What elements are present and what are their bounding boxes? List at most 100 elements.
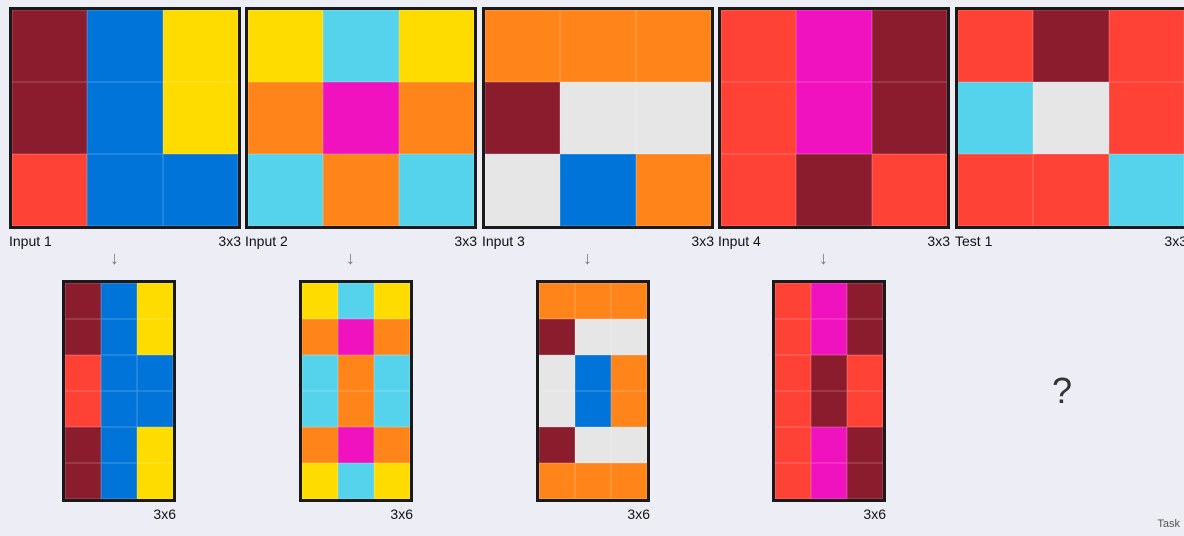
grid-cell	[302, 355, 338, 391]
grid-cell	[958, 82, 1034, 154]
grid-cell	[611, 463, 647, 499]
unknown-output: ?	[1052, 370, 1073, 411]
grid-cell	[162, 10, 238, 82]
input-grid	[718, 7, 950, 229]
grid-cell	[775, 391, 811, 427]
grid-cell	[302, 319, 338, 355]
grid-cell	[611, 427, 647, 463]
grid-cell	[796, 10, 872, 82]
grid-cell	[248, 10, 324, 82]
grid-cell	[811, 463, 847, 499]
output-grid	[299, 280, 413, 502]
grid-size: 3x3	[218, 233, 241, 249]
grid-size: 3x3	[454, 233, 477, 249]
grid-cell	[575, 355, 611, 391]
grid-cell	[338, 463, 374, 499]
input-grid	[955, 7, 1184, 229]
grid-caption: Test 1 3x3	[955, 233, 1184, 249]
output-grid	[536, 280, 650, 502]
grid-cell	[101, 463, 137, 499]
grid-cell	[847, 355, 883, 391]
grid-cell	[398, 10, 474, 82]
grid-cell	[65, 391, 101, 427]
grid-cell	[374, 391, 410, 427]
grid-cell	[958, 10, 1034, 82]
grid-caption: Input 4 3x3	[718, 233, 950, 249]
grid-cell	[958, 154, 1034, 226]
grid-cell	[338, 355, 374, 391]
grid-cell	[398, 82, 474, 154]
grid-cell	[302, 427, 338, 463]
grid-cell	[101, 427, 137, 463]
grid-size: 3x3	[691, 233, 714, 249]
output-panel: 3x6	[536, 280, 650, 522]
example-panel: Input 3 3x3	[482, 7, 714, 249]
grid-label: Test 1	[955, 233, 993, 249]
example-panel: Input 1 3x3	[9, 7, 241, 249]
grid-cell	[101, 391, 137, 427]
grid-cell	[374, 319, 410, 355]
grid-size: 3x3	[927, 233, 950, 249]
output-panel: 3x6	[299, 280, 413, 522]
grid-cell	[560, 154, 636, 226]
grid-cell	[65, 319, 101, 355]
grid-cell	[635, 10, 711, 82]
grid-cell	[101, 283, 137, 319]
grid-cell	[847, 391, 883, 427]
grid-cell	[1108, 82, 1184, 154]
grid-cell	[485, 82, 561, 154]
grid-cell	[721, 82, 797, 154]
grid-cell	[575, 319, 611, 355]
output-grid	[62, 280, 176, 502]
grid-cell	[635, 154, 711, 226]
output-panel: 3x6	[62, 280, 176, 522]
grid-cell	[811, 391, 847, 427]
grid-cell	[1033, 154, 1109, 226]
grid-cell	[796, 82, 872, 154]
grid-cell	[323, 82, 399, 154]
grid-cell	[374, 283, 410, 319]
grid-cell	[65, 283, 101, 319]
grid-cell	[338, 319, 374, 355]
grid-cell	[560, 82, 636, 154]
grid-cell	[775, 355, 811, 391]
grid-caption: Input 2 3x3	[245, 233, 477, 249]
grid-cell	[1033, 10, 1109, 82]
grid-cell	[323, 154, 399, 226]
grid-cell	[248, 154, 324, 226]
grid-label: Input 2	[245, 233, 288, 249]
grid-cell	[560, 10, 636, 82]
grid-cell	[775, 283, 811, 319]
grid-cell	[811, 283, 847, 319]
task-label: Task	[1157, 518, 1180, 530]
grid-cell	[796, 154, 872, 226]
grid-cell	[539, 391, 575, 427]
grid-cell	[12, 10, 88, 82]
output-grid	[772, 280, 886, 502]
down-arrow-icon: ↓	[583, 248, 592, 268]
grid-cell	[575, 391, 611, 427]
grid-cell	[775, 427, 811, 463]
grid-cell	[374, 427, 410, 463]
grid-cell	[811, 427, 847, 463]
grid-cell	[485, 10, 561, 82]
down-arrow-icon: ↓	[346, 248, 355, 268]
grid-cell	[1108, 10, 1184, 82]
grid-size: 3x3	[1164, 233, 1184, 249]
grid-caption: Input 1 3x3	[9, 233, 241, 249]
grid-cell	[635, 82, 711, 154]
input-grid	[9, 7, 241, 229]
grid-cell	[721, 154, 797, 226]
grid-cell	[323, 10, 399, 82]
output-size: 3x6	[627, 506, 650, 522]
grid-cell	[539, 463, 575, 499]
grid-cell	[485, 154, 561, 226]
grid-cell	[137, 463, 173, 499]
grid-cell	[847, 427, 883, 463]
down-arrow-icon: ↓	[110, 248, 119, 268]
grid-cell	[137, 391, 173, 427]
grid-cell	[137, 427, 173, 463]
grid-cell	[871, 10, 947, 82]
grid-cell	[398, 154, 474, 226]
grid-cell	[539, 319, 575, 355]
